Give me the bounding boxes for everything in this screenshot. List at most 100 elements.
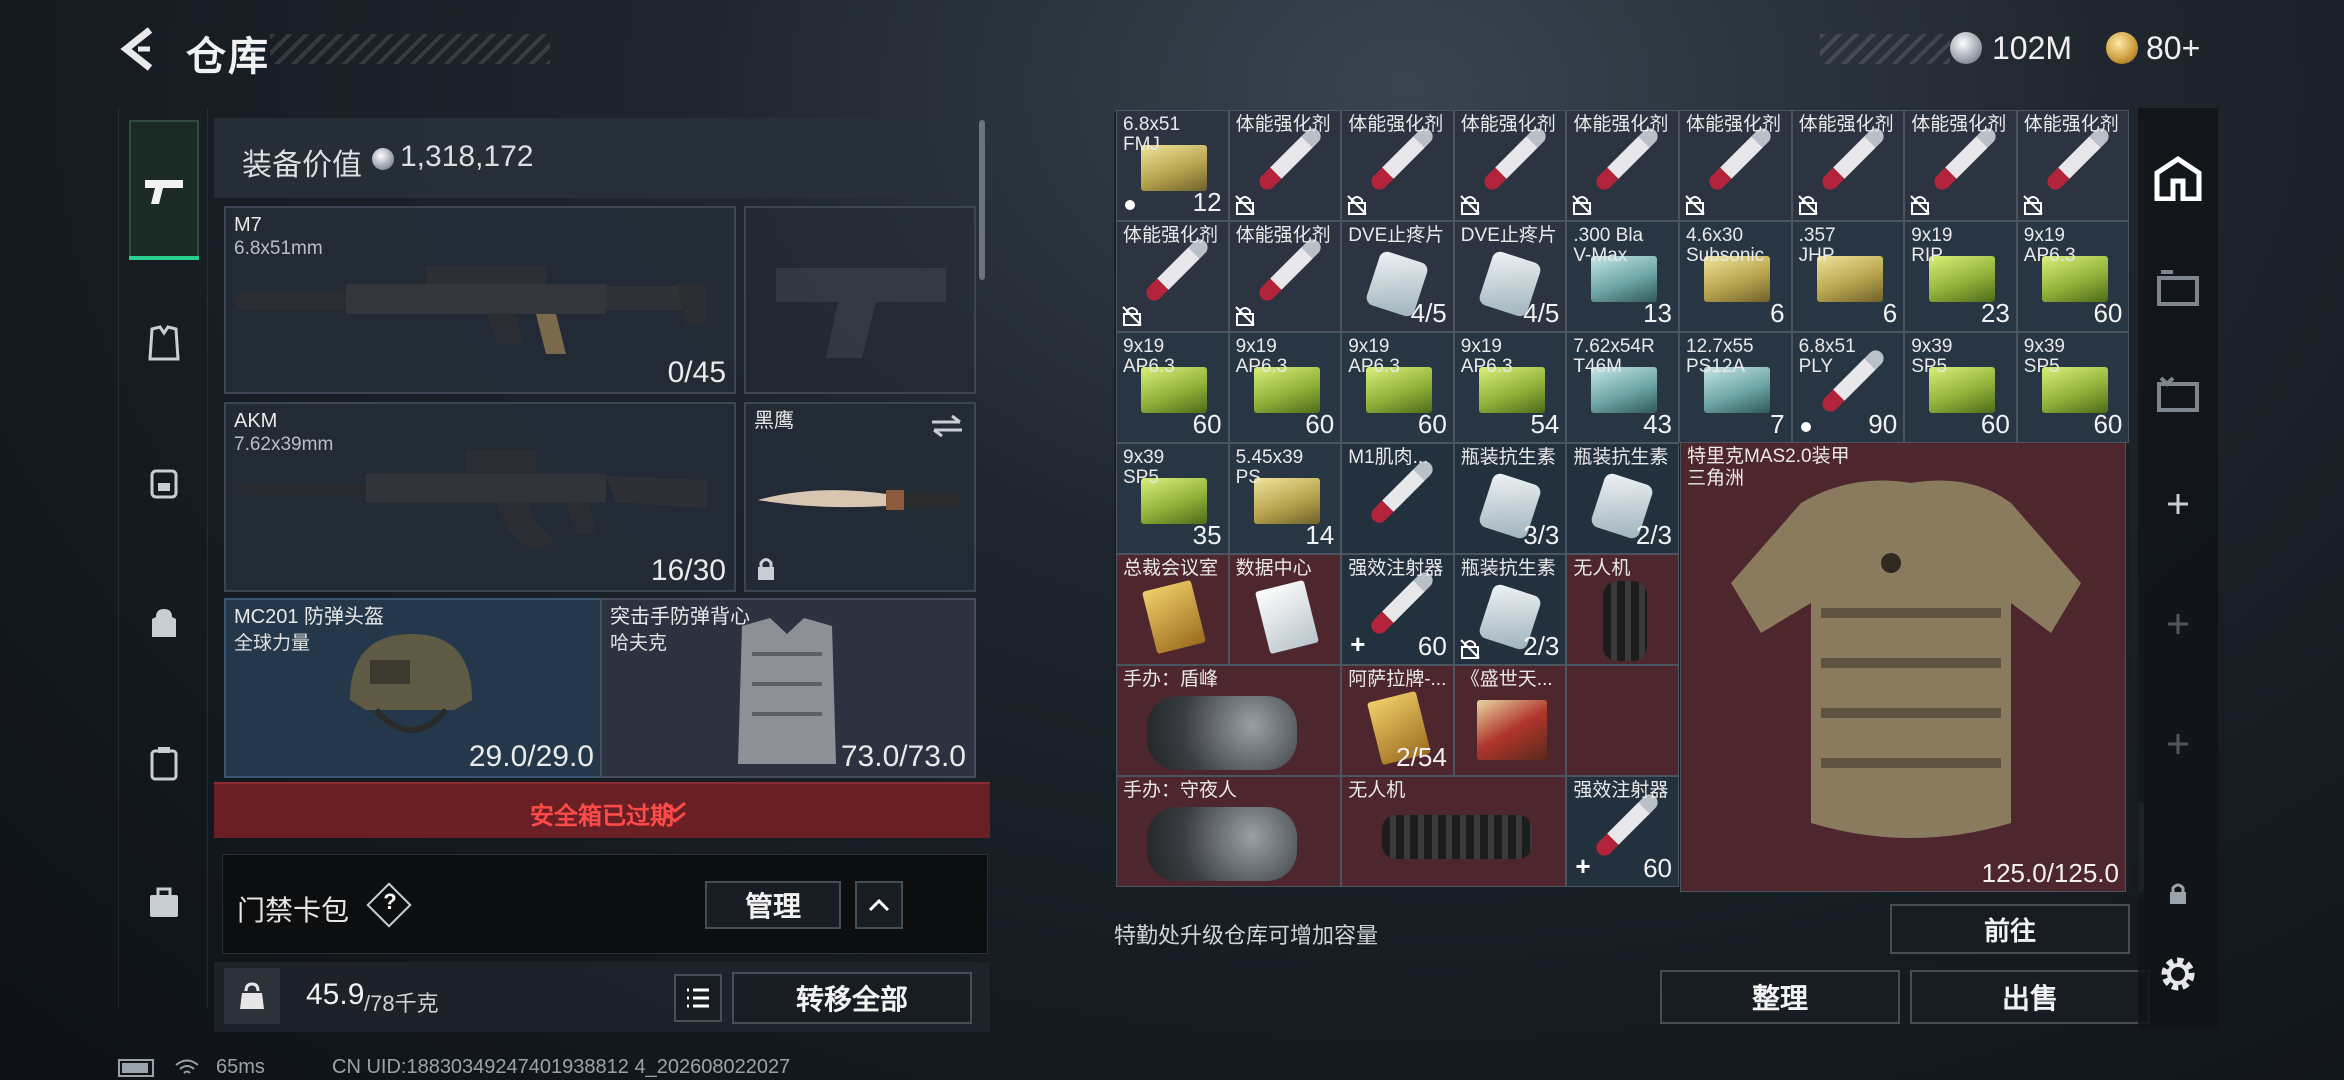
primary-weapon-slot[interactable]: M7 6.8x51mm 0/45 — [224, 206, 736, 394]
stash-item[interactable]: 无人机 — [1341, 776, 1567, 887]
user-uid: CN UID:18830349247401938812 4_2026080220… — [332, 1056, 791, 1078]
stash-item[interactable]: 体能强化剂 — [1453, 110, 1567, 221]
stash-item[interactable]: 体能强化剂 — [1566, 110, 1679, 221]
equipment-scrollbar[interactable] — [979, 120, 985, 280]
stash-item[interactable]: 6.8x51 PLY 90 — [1791, 332, 1905, 443]
nav-weapon-tab[interactable] — [129, 120, 199, 260]
nav-backpack-tab[interactable] — [129, 588, 199, 658]
stash-item[interactable]: 手办：守夜人 — [1116, 776, 1342, 887]
stash-item[interactable]: 体能强化剂 — [1228, 221, 1342, 332]
stash-item[interactable]: 9x19 AP6.3 60 — [1116, 332, 1229, 443]
stash-item[interactable]: 9x39 SP5 35 — [1116, 443, 1229, 554]
item-count: 7 — [1770, 409, 1785, 439]
safebox-expired-banner[interactable]: 安全箱已过期 — [214, 782, 990, 838]
syringe-icon — [2043, 125, 2112, 193]
pistol-slot[interactable] — [744, 206, 976, 394]
stash-item[interactable]: 强效注射器 60 + — [1566, 776, 1679, 887]
stash-item[interactable] — [1566, 665, 1679, 776]
stash-item[interactable]: 9x39 SP5 60 — [1904, 332, 2017, 443]
manage-button[interactable]: 管理 — [705, 881, 841, 929]
item-count: 43 — [1643, 409, 1672, 439]
add-tab-button[interactable] — [2148, 474, 2208, 534]
battery-icon — [118, 1059, 154, 1077]
stash-tab-3[interactable] — [2148, 364, 2208, 424]
stash-item[interactable]: DVE止疼片 4/5 — [1341, 221, 1454, 332]
stash-item[interactable]: 阿萨拉牌-... 2/54 — [1341, 665, 1454, 776]
settings-button[interactable] — [2148, 944, 2208, 1004]
equipment-category-nav — [118, 108, 208, 1008]
stash-tab-2[interactable] — [2148, 258, 2208, 318]
locked-tab[interactable] — [2148, 864, 2208, 924]
no-insure-icon — [1347, 195, 1367, 215]
stash-item[interactable]: 9x19 AP6.3 60 — [1341, 332, 1454, 443]
stash-item[interactable]: 9x19 AP6.3 60 — [2016, 221, 2130, 332]
stash-item[interactable]: 体能强化剂 — [1116, 221, 1229, 332]
item-count: 4/5 — [1410, 298, 1447, 328]
nav-chest-rig-tab[interactable] — [129, 448, 199, 518]
collapse-button[interactable] — [855, 881, 903, 929]
secondary-weapon-slot[interactable]: AKM 7.62x39mm 16/30 — [224, 402, 736, 592]
stash-item[interactable]: 体能强化剂 — [1341, 110, 1454, 221]
stash-item[interactable]: 9x19 AP6.3 60 — [1228, 332, 1342, 443]
stash-tab-icon — [2157, 376, 2199, 412]
equipment-value-bar: 装备价值 1,318,172 — [214, 118, 974, 198]
stash-item[interactable]: DVE止疼片 4/5 — [1453, 221, 1567, 332]
stash-item[interactable]: 手办：盾峰 — [1116, 665, 1342, 776]
stash-item[interactable]: 9x19 AP6.3 54 — [1453, 332, 1567, 443]
add-tab-button-disabled[interactable] — [2148, 714, 2208, 774]
plus-icon — [2168, 494, 2188, 514]
stash-item[interactable]: 强效注射器 60 + — [1341, 554, 1454, 665]
add-tab-button-disabled[interactable] — [2148, 594, 2208, 654]
stash-item[interactable]: 体能强化剂 — [1791, 110, 1905, 221]
item-name: 9x39 SP5 — [1911, 336, 1953, 377]
stash-item[interactable]: .357 JHP 6 — [1791, 221, 1905, 332]
stash-item[interactable]: 12.7x55 PS12A 7 — [1679, 332, 1792, 443]
stash-item[interactable]: 数据中心 — [1228, 554, 1342, 665]
stash-item[interactable]: 瓶装抗生素 3/3 — [1453, 443, 1567, 554]
stash-item[interactable]: .300 Bla V-Max 13 — [1566, 221, 1679, 332]
stash-item[interactable]: 6.8x51 FMJ 12 — [1116, 110, 1229, 221]
stash-item[interactable]: 瓶装抗生素 2/3 — [1453, 554, 1567, 665]
stash-item[interactable]: 无人机 — [1566, 554, 1679, 665]
melee-slot[interactable]: 黑鹰 — [744, 402, 976, 592]
stash-item[interactable]: 7.62x54R T46M 43 — [1566, 332, 1679, 443]
body-armor-slot[interactable]: 突击手防弹背心 哈夫克 73.0/73.0 — [600, 598, 976, 778]
helmet-durability: 29.0/29.0 — [468, 740, 594, 773]
armor-durability: 73.0/73.0 — [840, 740, 966, 773]
transfer-all-button[interactable]: 转移全部 — [732, 972, 972, 1024]
weight-current: 45.9 — [306, 978, 365, 1011]
figurine-icon — [1147, 807, 1297, 881]
swap-icon[interactable] — [930, 414, 964, 438]
goto-button[interactable]: 前往 — [1890, 904, 2130, 954]
stash-item[interactable]: 9x39 SP5 60 — [2016, 332, 2130, 443]
item-name: 5.45x39 PS — [1235, 447, 1304, 488]
stash-item[interactable]: M1肌肉... — [1341, 443, 1454, 554]
stash-item[interactable]: 体能强化剂 — [1679, 110, 1792, 221]
sort-button[interactable]: 整理 — [1660, 970, 1900, 1024]
marker-dot-icon — [1125, 200, 1135, 210]
stash-item-big-vest[interactable]: 特里克MAS2.0装甲 三角洲 125.0/125.0 — [1680, 442, 2126, 892]
silver-currency[interactable]: 102M — [1992, 30, 2072, 67]
stash-item[interactable]: 体能强化剂 — [1228, 110, 1342, 221]
helmet-slot[interactable]: MC201 防弹头盔 全球力量 29.0/29.0 — [224, 598, 604, 778]
sell-button[interactable]: 出售 — [1910, 970, 2150, 1024]
knife-icon — [758, 490, 960, 510]
stash-item[interactable]: 体能强化剂 — [1904, 110, 2017, 221]
item-name: 6.8x51 FMJ — [1123, 114, 1181, 155]
list-view-button[interactable] — [674, 974, 722, 1022]
item-count: 2/3 — [1635, 520, 1672, 550]
gold-currency[interactable]: 80+ — [2146, 30, 2200, 67]
stash-item[interactable]: 体能强化剂 — [2016, 110, 2130, 221]
stash-tab-main[interactable] — [2148, 148, 2208, 208]
stash-item[interactable]: 4.6x30 Subsonic 6 — [1679, 221, 1792, 332]
nav-pouch-tab[interactable] — [129, 728, 199, 798]
stash-item[interactable]: 《盛世天... — [1453, 665, 1567, 776]
item-name: DVE止疼片 — [1348, 225, 1445, 246]
back-arrow-icon[interactable] — [116, 24, 166, 74]
stash-item[interactable]: 总裁会议室 — [1116, 554, 1229, 665]
stash-item[interactable]: 9x19 RIP 23 — [1904, 221, 2017, 332]
nav-armor-tab[interactable] — [129, 308, 199, 378]
stash-item[interactable]: 5.45x39 PS 14 — [1228, 443, 1342, 554]
nav-case-tab[interactable] — [129, 868, 199, 938]
stash-item[interactable]: 瓶装抗生素 2/3 — [1566, 443, 1679, 554]
